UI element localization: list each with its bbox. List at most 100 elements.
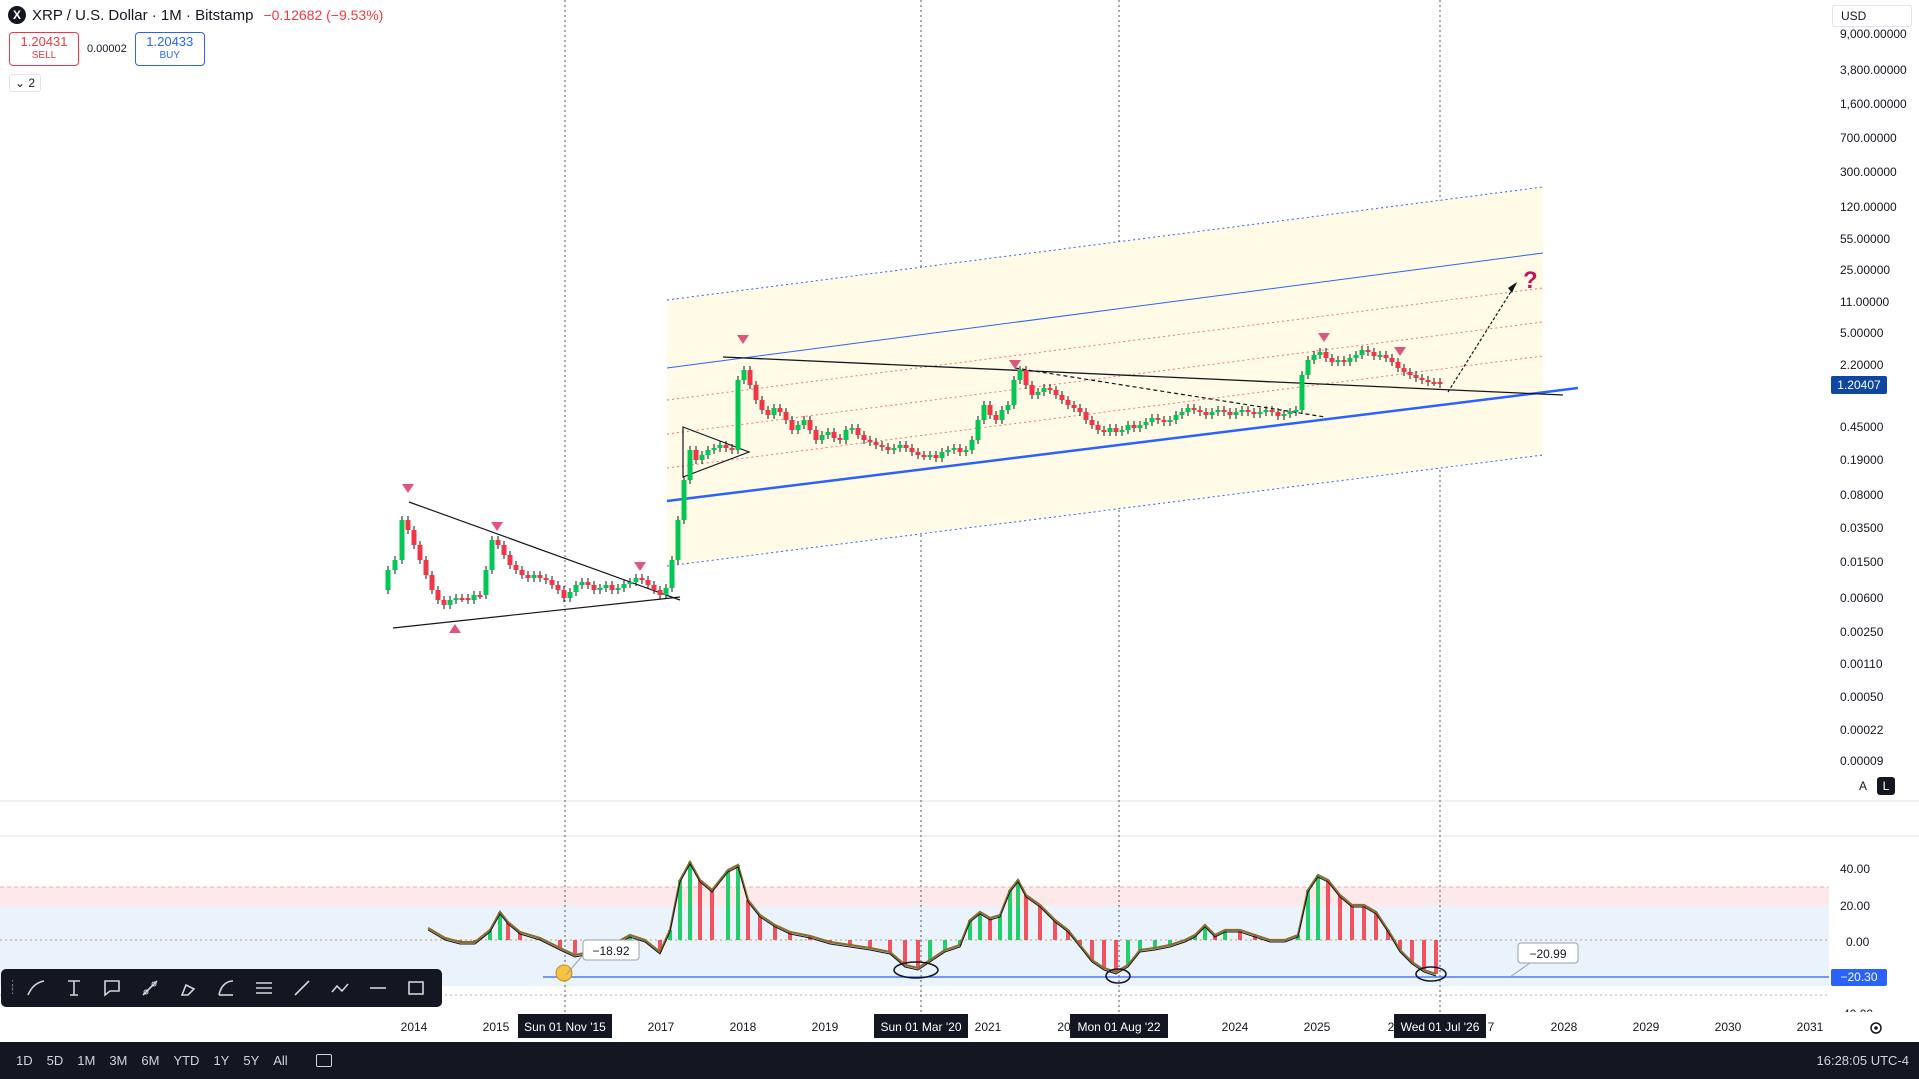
range-1y-button[interactable]: 1Y: [213, 1053, 229, 1068]
candle: [885, 447, 891, 450]
candle: [567, 592, 573, 598]
symbol-legend[interactable]: X XRP / U.S. Dollar · 1M · Bitstamp −0.1…: [8, 6, 383, 24]
candle: [747, 370, 753, 385]
price-tick: 0.00110: [1840, 657, 1883, 671]
candle: [392, 560, 398, 570]
candle: [543, 578, 549, 580]
osc-histogram-bar: [1338, 895, 1342, 940]
range-all-button[interactable]: All: [273, 1053, 287, 1068]
candle: [711, 448, 717, 450]
candle: [513, 565, 519, 570]
price-tick: 2.20000: [1840, 358, 1884, 372]
svg-text:2015: 2015: [483, 1020, 510, 1034]
candle: [1341, 360, 1347, 362]
osc-histogram-bar: [1126, 940, 1130, 965]
symbol-title[interactable]: XRP / U.S. Dollar · 1M · Bitstamp: [32, 7, 253, 24]
trendline-icon[interactable]: [283, 972, 321, 1004]
candle: [819, 435, 825, 440]
candle: [1011, 380, 1017, 405]
range-1d-button[interactable]: 1D: [16, 1053, 33, 1068]
text-icon[interactable]: [55, 972, 93, 1004]
range-3m-button[interactable]: 3M: [109, 1053, 127, 1068]
candle: [627, 582, 633, 584]
candle: [1281, 414, 1287, 416]
svg-text:Mon 01 Aug '22: Mon 01 Aug '22: [1077, 1020, 1160, 1034]
xrp-logo-icon: X: [8, 6, 26, 24]
range-5y-button[interactable]: 5Y: [243, 1053, 259, 1068]
candle: [993, 415, 999, 420]
candle: [399, 520, 405, 560]
sell-button[interactable]: 1.20431 SELL: [9, 32, 79, 66]
candle: [657, 590, 663, 595]
candle: [429, 575, 435, 590]
svg-text:2028: 2028: [1551, 1020, 1578, 1034]
clock-time[interactable]: 16:28:05 UTC-4: [1817, 1053, 1910, 1068]
lines-icon[interactable]: [245, 972, 283, 1004]
buy-price: 1.20433: [146, 34, 194, 49]
candle: [1317, 352, 1323, 355]
candle: [537, 575, 543, 578]
price-tick: 700.00000: [1840, 131, 1897, 145]
triangle-lower-2014: [392, 596, 681, 629]
candle: [1371, 352, 1377, 356]
candle: [765, 410, 771, 415]
candle: [435, 590, 441, 600]
horizontal-line-icon[interactable]: [359, 972, 397, 1004]
calendar-icon[interactable]: [315, 1054, 332, 1067]
candle: [549, 580, 555, 585]
osc-histogram-bar: [998, 915, 1002, 940]
range-1m-button[interactable]: 1M: [77, 1053, 95, 1068]
callout-icon[interactable]: [93, 972, 131, 1004]
candle: [699, 455, 705, 460]
candle: [501, 545, 507, 555]
osc-histogram-bar: [688, 862, 692, 940]
osc-histogram-bar: [1114, 940, 1118, 972]
osc-histogram-bar: [888, 940, 892, 952]
range-6m-button[interactable]: 6M: [141, 1053, 159, 1068]
candle: [1233, 412, 1239, 415]
candle: [777, 408, 783, 412]
arc-icon[interactable]: [207, 972, 245, 1004]
drag-handle-icon[interactable]: ⋮ ⋮: [7, 980, 18, 996]
sell-label: SELL: [31, 50, 57, 61]
chart-canvas[interactable]: −18.92 −20.99 ? 9,000.00000 3,800.00000 1,…: [0, 0, 1919, 1079]
log-scale-button[interactable]: L: [1877, 777, 1895, 795]
candle: [1005, 405, 1011, 410]
osc-histogram-bar: [916, 940, 920, 968]
range-ytd-button[interactable]: YTD: [173, 1053, 199, 1068]
osc-level-label: −20.30: [1840, 970, 1877, 984]
candle: [705, 450, 711, 455]
candle: [1311, 355, 1317, 360]
range-5d-button[interactable]: 5D: [47, 1053, 64, 1068]
price-change: −0.12682 (−9.53%): [263, 7, 384, 23]
polyline-icon[interactable]: [321, 972, 359, 1004]
candle: [927, 455, 933, 457]
candle: [801, 420, 807, 425]
candle: [963, 450, 969, 452]
candle: [1401, 368, 1407, 372]
price-tick: 5.00000: [1840, 326, 1884, 340]
candle: [1431, 382, 1437, 384]
auto-scale-button[interactable]: A: [1854, 777, 1872, 795]
candle: [1017, 370, 1023, 380]
candle: [405, 520, 411, 530]
candle: [519, 570, 525, 575]
brush-icon[interactable]: [17, 972, 55, 1004]
candle: [591, 585, 597, 590]
candle: [441, 600, 447, 605]
currency-selector[interactable]: USD: [1832, 5, 1912, 27]
candle: [753, 385, 759, 400]
indicators-toggle-button[interactable]: ⌄ 2: [9, 74, 42, 92]
osc-histogram-bar: [1316, 875, 1320, 940]
buy-button[interactable]: 1.20433 BUY: [134, 32, 205, 66]
rectangle-icon[interactable]: [397, 972, 435, 1004]
candle: [987, 405, 993, 415]
path-icon[interactable]: [131, 972, 169, 1004]
highlighter-icon[interactable]: [169, 972, 207, 1004]
candle: [1263, 410, 1269, 412]
price-axis[interactable]: 9,000.00000 3,800.00000 1,600.00000 700.000…: [1840, 27, 1907, 768]
oscillator-axis[interactable]: 40.00 20.00 0.00 −40.00: [1836, 862, 1873, 1021]
price-tick: 0.00600: [1840, 591, 1884, 605]
osc-histogram-bar: [1422, 940, 1426, 970]
candle: [1191, 408, 1197, 410]
